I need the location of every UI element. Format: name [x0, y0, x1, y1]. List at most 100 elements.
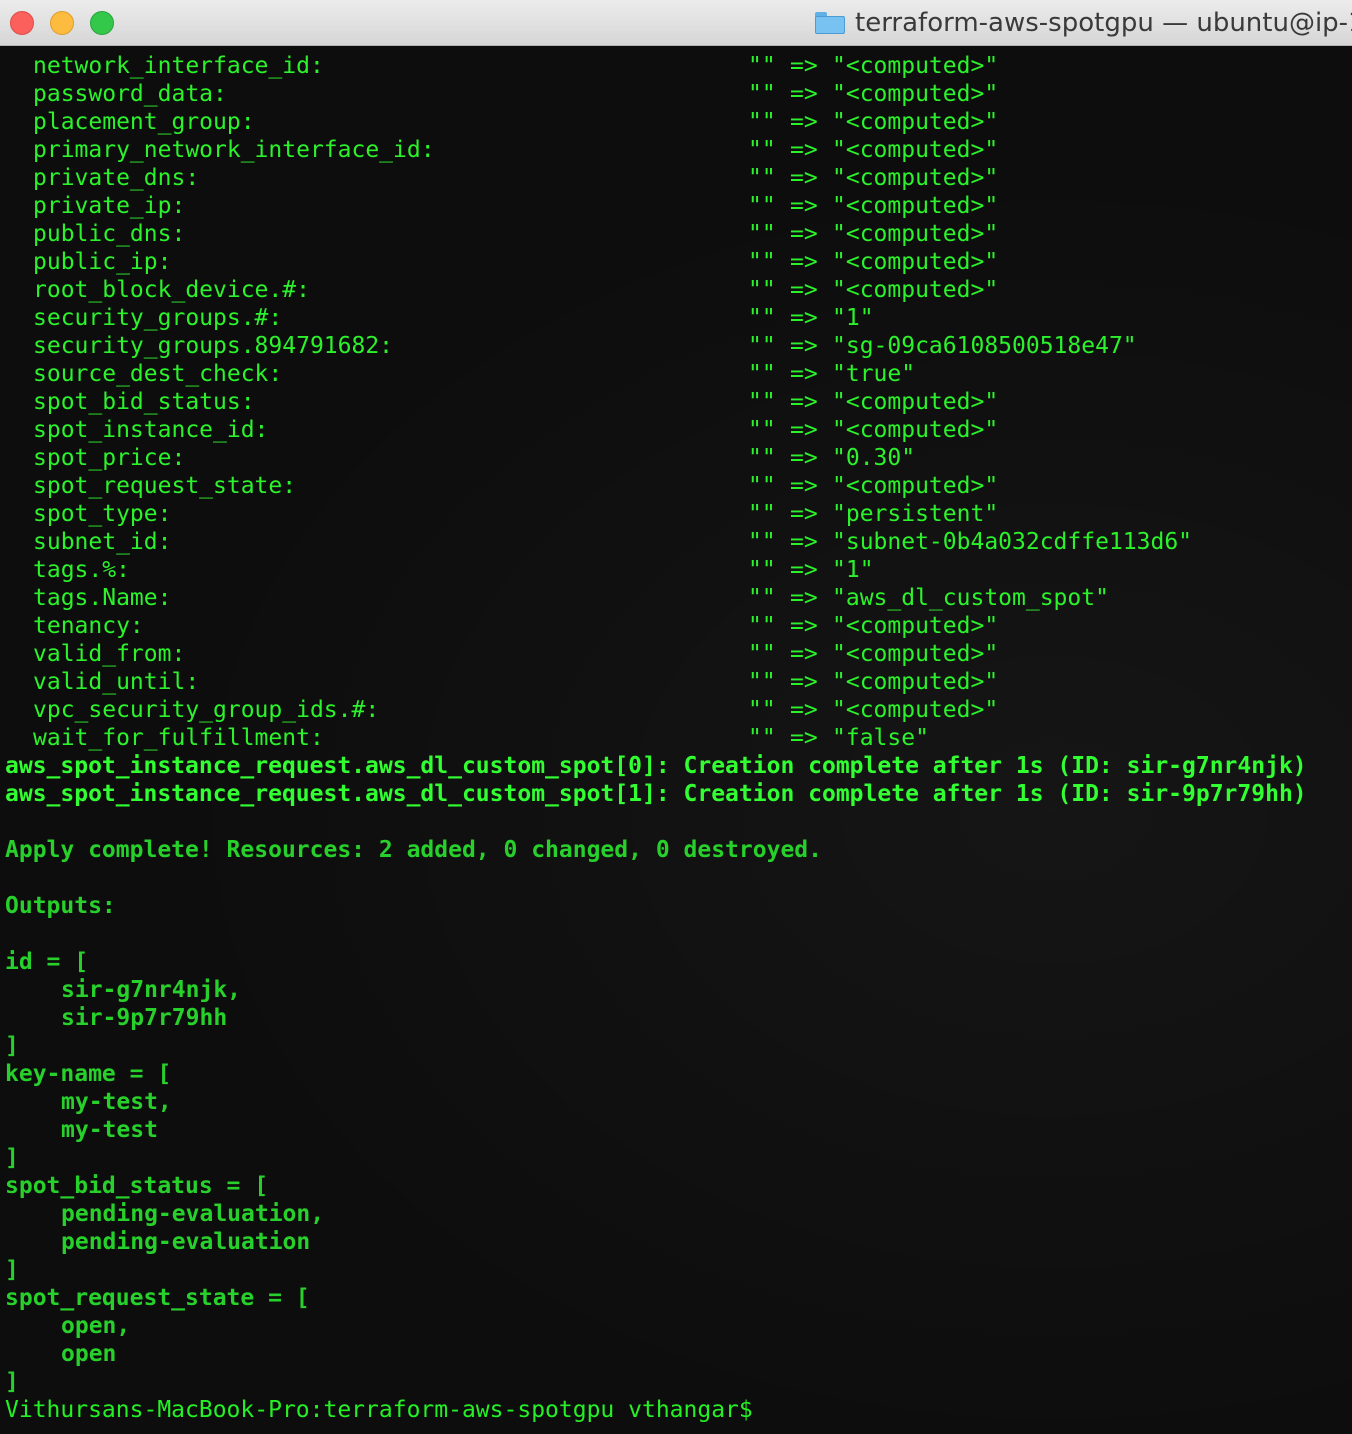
attribute-new-value: "1" — [832, 305, 874, 331]
attribute-new-value: "subnet-0b4a032cdffe113d6" — [832, 529, 1193, 555]
attribute-arrow: => — [790, 501, 818, 527]
attribute-key: vpc_security_group_ids.#: — [33, 697, 380, 723]
attribute-key: placement_group: — [33, 109, 255, 135]
output-key-name-open: key-name = [ — [5, 1061, 172, 1087]
creation-line: aws_spot_instance_request.aws_dl_custom_… — [5, 781, 1307, 807]
attribute-arrow: => — [790, 249, 818, 275]
attribute-new-value: "<computed>" — [832, 109, 999, 135]
attribute-new-value: "<computed>" — [832, 165, 999, 191]
attribute-key: spot_instance_id: — [33, 417, 269, 443]
attribute-arrow: => — [790, 333, 818, 359]
attribute-old-value: "" — [748, 249, 776, 275]
title-bar[interactable]: terraform-aws-spotgpu — ubuntu@ip-10 — [0, 0, 1352, 46]
attribute-old-value: "" — [748, 697, 776, 723]
attribute-key: source_dest_check: — [33, 361, 283, 387]
attribute-new-value: "aws_dl_custom_spot" — [832, 585, 1109, 611]
output-key-name-item: my-test — [61, 1117, 158, 1143]
close-button[interactable] — [10, 11, 34, 35]
attribute-key: password_data: — [33, 81, 227, 107]
outputs-header: Outputs: — [5, 893, 116, 919]
attribute-new-value: "<computed>" — [832, 641, 999, 667]
attribute-old-value: "" — [748, 361, 776, 387]
terminal-window: terraform-aws-spotgpu — ubuntu@ip-10 net… — [0, 0, 1352, 1434]
output-id-open: id = [ — [5, 949, 89, 975]
attribute-key: spot_bid_status: — [33, 389, 255, 415]
attribute-old-value: "" — [748, 277, 776, 303]
maximize-button[interactable] — [90, 11, 114, 35]
shell-prompt[interactable]: Vithursans-MacBook-Pro:terraform-aws-spo… — [5, 1396, 753, 1424]
attribute-old-value: "" — [748, 585, 776, 611]
attribute-new-value: "sg-09ca6108500518e47" — [832, 333, 1137, 359]
output-spot-bid-status-open: spot_bid_status = [ — [5, 1173, 269, 1199]
attribute-arrow: => — [790, 109, 818, 135]
attribute-new-value: "1" — [832, 557, 874, 583]
attribute-key: spot_type: — [33, 501, 172, 527]
output-key-name-close: ] — [5, 1145, 19, 1171]
attribute-arrow: => — [790, 725, 818, 751]
attribute-new-value: "<computed>" — [832, 473, 999, 499]
attribute-arrow: => — [790, 557, 818, 583]
attribute-old-value: "" — [748, 389, 776, 415]
attribute-old-value: "" — [748, 725, 776, 751]
output-spot-request-state-close: ] — [5, 1369, 19, 1395]
attribute-arrow: => — [790, 529, 818, 555]
attribute-arrow: => — [790, 445, 818, 471]
attribute-old-value: "" — [748, 305, 776, 331]
output-spot-request-state-item: open, — [61, 1313, 131, 1339]
attribute-new-value: "0.30" — [832, 445, 916, 471]
attribute-key: tags.%: — [33, 557, 130, 583]
attribute-new-value: "<computed>" — [832, 669, 999, 695]
attribute-key: valid_from: — [33, 641, 186, 667]
output-id-close: ] — [5, 1033, 19, 1059]
attribute-new-value: "<computed>" — [832, 417, 999, 443]
attribute-new-value: "<computed>" — [832, 193, 999, 219]
attribute-old-value: "" — [748, 557, 776, 583]
attribute-new-value: "<computed>" — [832, 613, 999, 639]
output-id-item: sir-9p7r79hh — [61, 1005, 228, 1031]
attribute-old-value: "" — [748, 81, 776, 107]
attribute-arrow: => — [790, 361, 818, 387]
attribute-new-value: "<computed>" — [832, 277, 999, 303]
attribute-old-value: "" — [748, 165, 776, 191]
attribute-arrow: => — [790, 305, 818, 331]
terminal-output[interactable]: network_interface_id: "" => "<computed>" pas… — [0, 47, 1352, 1434]
attribute-arrow: => — [790, 137, 818, 163]
creation-line: aws_spot_instance_request.aws_dl_custom_… — [5, 753, 1307, 779]
attribute-key: security_groups.894791682: — [33, 333, 394, 359]
attribute-arrow: => — [790, 641, 818, 667]
attribute-new-value: "<computed>" — [832, 221, 999, 247]
attribute-arrow: => — [790, 389, 818, 415]
attribute-old-value: "" — [748, 641, 776, 667]
attribute-arrow: => — [790, 277, 818, 303]
attribute-key: tags.Name: — [33, 585, 172, 611]
attribute-key: wait_for_fulfillment: — [33, 725, 324, 751]
attribute-old-value: "" — [748, 613, 776, 639]
attribute-arrow: => — [790, 193, 818, 219]
output-spot-request-state-item: open — [61, 1341, 117, 1367]
apply-summary: Apply complete! Resources: 2 added, 0 ch… — [5, 837, 822, 863]
attribute-old-value: "" — [748, 221, 776, 247]
attribute-key: subnet_id: — [33, 529, 172, 555]
attribute-new-value: "<computed>" — [832, 249, 999, 275]
folder-icon — [815, 12, 845, 34]
attribute-arrow: => — [790, 53, 818, 79]
attribute-key: public_ip: — [33, 249, 172, 275]
attribute-arrow: => — [790, 417, 818, 443]
attribute-old-value: "" — [748, 193, 776, 219]
attribute-old-value: "" — [748, 137, 776, 163]
attribute-old-value: "" — [748, 529, 776, 555]
attribute-arrow: => — [790, 585, 818, 611]
attribute-key: spot_request_state: — [33, 473, 297, 499]
attribute-arrow: => — [790, 221, 818, 247]
attribute-key: spot_price: — [33, 445, 186, 471]
output-spot-bid-status-close: ] — [5, 1257, 19, 1283]
attribute-new-value: "<computed>" — [832, 697, 999, 723]
attribute-key: primary_network_interface_id: — [33, 137, 435, 163]
attribute-old-value: "" — [748, 473, 776, 499]
attribute-new-value: "<computed>" — [832, 81, 999, 107]
attribute-arrow: => — [790, 697, 818, 723]
window-title: terraform-aws-spotgpu — ubuntu@ip-10 — [815, 8, 1352, 38]
attribute-old-value: "" — [748, 53, 776, 79]
minimize-button[interactable] — [50, 11, 74, 35]
attribute-new-value: "true" — [832, 361, 916, 387]
